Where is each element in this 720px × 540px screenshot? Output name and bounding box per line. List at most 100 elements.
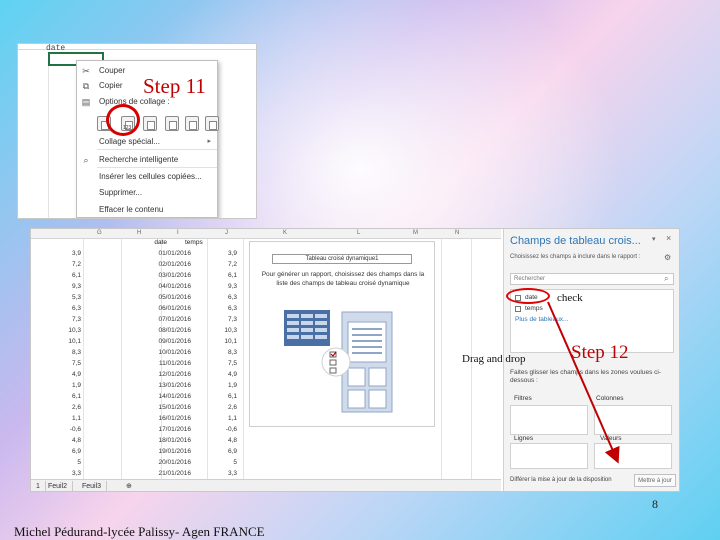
- table-cell[interactable]: 5: [59, 459, 81, 466]
- table-cell[interactable]: 4,9: [59, 371, 81, 378]
- table-cell[interactable]: 07/01/2016: [119, 316, 191, 323]
- table-cell[interactable]: 6,9: [59, 448, 81, 455]
- table-cell[interactable]: 5,3: [59, 294, 81, 301]
- table-cell[interactable]: 7,2: [59, 261, 81, 268]
- menu-item-insert-copied[interactable]: Insérer les cellules copiées...: [77, 170, 217, 184]
- add-sheet-icon[interactable]: ⊕: [121, 481, 137, 491]
- table-cell[interactable]: 4,9: [189, 371, 237, 378]
- table-cell[interactable]: 05/01/2016: [119, 294, 191, 301]
- table-cell[interactable]: 3,9: [59, 250, 81, 257]
- column-header[interactable]: L: [357, 230, 360, 236]
- column-header[interactable]: J: [225, 230, 228, 236]
- table-cell[interactable]: 8,3: [59, 349, 81, 356]
- table-cell[interactable]: 6,1: [189, 272, 237, 279]
- columns-zone[interactable]: [594, 405, 672, 435]
- table-cell[interactable]: 16/01/2016: [119, 415, 191, 422]
- table-cell[interactable]: 7,5: [189, 360, 237, 367]
- paste-formatting-icon[interactable]: [185, 116, 199, 131]
- table-cell[interactable]: 2,6: [189, 404, 237, 411]
- tab-feuil3[interactable]: Feuil3: [77, 481, 108, 491]
- menu-item-paste-special[interactable]: Collage spécial... ▸: [77, 135, 217, 149]
- table-cell[interactable]: 06/01/2016: [119, 305, 191, 312]
- table-cell[interactable]: 02/01/2016: [119, 261, 191, 268]
- column-header[interactable]: I: [177, 230, 179, 236]
- table-cell[interactable]: 9,3: [189, 283, 237, 290]
- column-header[interactable]: N: [455, 230, 459, 236]
- table-cell[interactable]: 14/01/2016: [119, 393, 191, 400]
- table-cell[interactable]: 18/01/2016: [119, 437, 191, 444]
- paste-formulas-icon[interactable]: [143, 116, 157, 131]
- table-cell[interactable]: 08/01/2016: [119, 327, 191, 334]
- table-cell[interactable]: 21/01/2016: [119, 470, 191, 477]
- table-cell[interactable]: -0,6: [59, 426, 81, 433]
- table-cell[interactable]: 03/01/2016: [119, 272, 191, 279]
- table-cell[interactable]: 20/01/2016: [119, 459, 191, 466]
- table-cell[interactable]: 6,9: [189, 448, 237, 455]
- column-header[interactable]: M: [413, 230, 418, 236]
- pivot-table-placeholder[interactable]: Tableau croisé dynamique1 Pour générer u…: [249, 241, 435, 427]
- update-button[interactable]: Mettre à jour: [634, 474, 676, 487]
- table-cell[interactable]: 10,1: [59, 338, 81, 345]
- column-header[interactable]: K: [283, 230, 287, 236]
- column-header[interactable]: H: [137, 230, 141, 236]
- table-cell[interactable]: 1,1: [59, 415, 81, 422]
- table-cell[interactable]: 17/01/2016: [119, 426, 191, 433]
- paste-link-icon[interactable]: [205, 116, 219, 131]
- table-cell[interactable]: 6,3: [59, 305, 81, 312]
- table-cell[interactable]: -0,6: [189, 426, 237, 433]
- table-cell[interactable]: 4,8: [59, 437, 81, 444]
- table-row: 5 20/01/2016 5: [59, 459, 239, 470]
- table-cell[interactable]: 19/01/2016: [119, 448, 191, 455]
- menu-item-delete[interactable]: Supprimer...: [77, 186, 217, 200]
- copy-icon: ⧉: [82, 81, 90, 91]
- table-cell[interactable]: 6,1: [189, 393, 237, 400]
- table-cell[interactable]: 10/01/2016: [119, 349, 191, 356]
- table-cell[interactable]: 1,1: [189, 415, 237, 422]
- defer-update-checkbox[interactable]: Différer la mise à jour de la dispositio…: [510, 477, 612, 483]
- gear-icon[interactable]: ⚙: [664, 253, 671, 262]
- table-cell[interactable]: 3,3: [189, 470, 237, 477]
- dropdown-arrow-icon[interactable]: ▾: [652, 235, 656, 243]
- table-cell[interactable]: 3,3: [59, 470, 81, 477]
- field-checkbox[interactable]: [515, 306, 521, 312]
- table-cell[interactable]: 04/01/2016: [119, 283, 191, 290]
- header-temps[interactable]: temps: [185, 239, 215, 246]
- paste-transpose-icon[interactable]: [165, 116, 179, 131]
- search-input[interactable]: Rechercher: [510, 273, 674, 285]
- table-cell[interactable]: 13/01/2016: [119, 382, 191, 389]
- table-cell[interactable]: 09/01/2016: [119, 338, 191, 345]
- table-cell[interactable]: 7,3: [189, 316, 237, 323]
- table-cell[interactable]: 4,8: [189, 437, 237, 444]
- table-cell[interactable]: 6,1: [59, 393, 81, 400]
- table-cell[interactable]: 7,2: [189, 261, 237, 268]
- close-icon[interactable]: ×: [666, 233, 671, 243]
- menu-item-clear-contents[interactable]: Effacer le contenu: [77, 203, 217, 217]
- table-cell[interactable]: 1,9: [189, 382, 237, 389]
- rows-zone[interactable]: [510, 443, 588, 469]
- table-cell[interactable]: 11/01/2016: [119, 360, 191, 367]
- table-cell[interactable]: 6,3: [189, 305, 237, 312]
- tab-feuil2[interactable]: Feuil2: [43, 481, 74, 491]
- column-header[interactable]: G: [97, 230, 102, 236]
- values-zone[interactable]: [594, 443, 672, 469]
- table-cell[interactable]: 15/01/2016: [119, 404, 191, 411]
- table-cell[interactable]: 10,3: [189, 327, 237, 334]
- more-tables-link[interactable]: Plus de tableaux...: [515, 316, 568, 323]
- table-cell[interactable]: 3,9: [189, 250, 237, 257]
- table-cell[interactable]: 2,6: [59, 404, 81, 411]
- table-cell[interactable]: 9,3: [59, 283, 81, 290]
- filters-zone[interactable]: [510, 405, 588, 435]
- menu-item-smart-lookup[interactable]: ⌕ Recherche intelligente: [77, 153, 217, 167]
- table-cell[interactable]: 7,3: [59, 316, 81, 323]
- table-cell[interactable]: 10,3: [59, 327, 81, 334]
- table-cell[interactable]: 7,5: [59, 360, 81, 367]
- table-cell[interactable]: 1,9: [59, 382, 81, 389]
- table-cell[interactable]: 6,1: [59, 272, 81, 279]
- table-cell[interactable]: 5: [189, 459, 237, 466]
- table-cell[interactable]: 01/01/2016: [119, 250, 191, 257]
- table-cell[interactable]: 10,1: [189, 338, 237, 345]
- table-cell[interactable]: 12/01/2016: [119, 371, 191, 378]
- table-cell[interactable]: 6,3: [189, 294, 237, 301]
- header-date[interactable]: date: [119, 239, 167, 246]
- table-cell[interactable]: 8,3: [189, 349, 237, 356]
